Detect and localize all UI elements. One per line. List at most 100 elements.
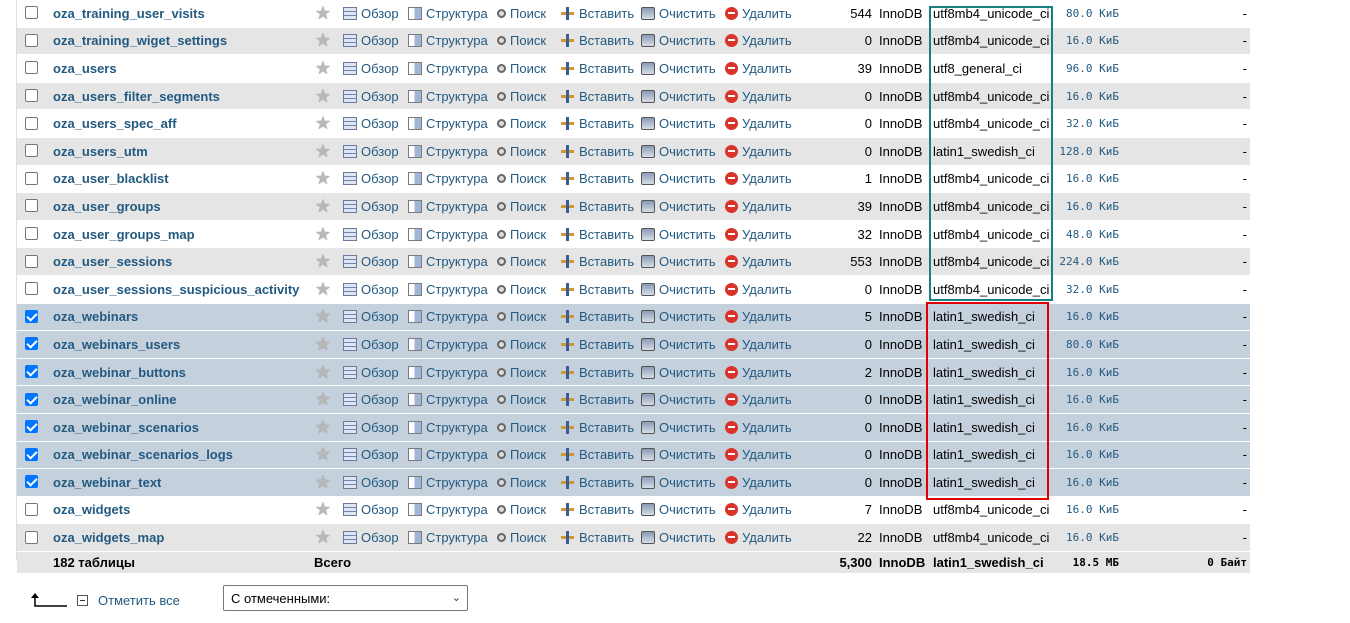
favorite-star-icon[interactable]: ★ [314,359,332,386]
insert-link[interactable]: Вставить [561,83,634,110]
drop-link[interactable]: Удалить [725,442,792,469]
favorite-star-icon[interactable]: ★ [314,55,332,82]
browse-link[interactable]: Обзор [343,497,399,524]
structure-link[interactable]: Структура [408,469,488,496]
table-name-link[interactable]: oza_users [53,55,117,82]
favorite-star-icon[interactable]: ★ [314,28,332,55]
table-name-link[interactable]: oza_webinar_buttons [53,359,186,386]
drop-link[interactable]: Удалить [725,248,792,275]
table-size[interactable]: 80.0 КиБ [1057,0,1119,27]
table-name-link[interactable]: oza_webinar_scenarios [53,414,199,441]
search-link[interactable]: Поиск [497,248,546,275]
browse-link[interactable]: Обзор [343,331,399,358]
table-size[interactable]: 48.0 КиБ [1057,221,1119,248]
structure-link[interactable]: Структура [408,497,488,524]
favorite-star-icon[interactable]: ★ [314,414,332,441]
drop-link[interactable]: Удалить [725,524,792,551]
insert-link[interactable]: Вставить [561,469,634,496]
row-checkbox[interactable] [25,392,38,406]
row-checkbox[interactable] [25,116,38,130]
table-name-link[interactable]: oza_widgets_map [53,524,164,551]
structure-link[interactable]: Структура [408,55,488,82]
browse-link[interactable]: Обзор [343,193,399,220]
browse-link[interactable]: Обзор [343,442,399,469]
insert-link[interactable]: Вставить [561,442,634,469]
structure-link[interactable]: Структура [408,28,488,55]
drop-link[interactable]: Удалить [725,110,792,137]
browse-link[interactable]: Обзор [343,414,399,441]
table-size[interactable]: 16.0 КиБ [1057,304,1119,331]
search-link[interactable]: Поиск [497,110,546,137]
search-link[interactable]: Поиск [497,138,546,165]
search-link[interactable]: Поиск [497,386,546,413]
table-name-link[interactable]: oza_user_groups_map [53,221,195,248]
search-link[interactable]: Поиск [497,469,546,496]
row-checkbox[interactable] [25,502,38,516]
structure-link[interactable]: Структура [408,331,488,358]
empty-link[interactable]: Очистить [641,442,716,469]
row-checkbox[interactable] [25,337,38,351]
table-size[interactable]: 16.0 КиБ [1057,166,1119,193]
structure-link[interactable]: Структура [408,0,488,27]
insert-link[interactable]: Вставить [561,138,634,165]
insert-link[interactable]: Вставить [561,497,634,524]
browse-link[interactable]: Обзор [343,166,399,193]
favorite-star-icon[interactable]: ★ [314,469,332,496]
table-row[interactable]: oza_user_groups ★ Обзор Структура Поиск Встав… [17,193,1250,221]
favorite-star-icon[interactable]: ★ [314,304,332,331]
table-name-link[interactable]: oza_webinar_scenarios_logs [53,442,233,469]
insert-link[interactable]: Вставить [561,524,634,551]
table-row[interactable]: oza_webinar_scenarios ★ Обзор Структура Поис… [17,413,1250,442]
browse-link[interactable]: Обзор [343,55,399,82]
structure-link[interactable]: Структура [408,221,488,248]
row-checkbox[interactable] [25,171,38,185]
empty-link[interactable]: Очистить [641,55,716,82]
insert-link[interactable]: Вставить [561,0,634,27]
table-name-link[interactable]: oza_user_sessions [53,248,172,275]
table-size[interactable]: 16.0 КиБ [1057,28,1119,55]
empty-link[interactable]: Очистить [641,414,716,441]
row-checkbox[interactable] [25,475,38,489]
drop-link[interactable]: Удалить [725,469,792,496]
structure-link[interactable]: Структура [408,248,488,275]
favorite-star-icon[interactable]: ★ [314,110,332,137]
search-link[interactable]: Поиск [497,331,546,358]
search-link[interactable]: Поиск [497,55,546,82]
drop-link[interactable]: Удалить [725,166,792,193]
table-row[interactable]: oza_users_spec_aff ★ Обзор Структура Поиск Вс… [17,110,1250,138]
browse-link[interactable]: Обзор [343,248,399,275]
search-link[interactable]: Поиск [497,221,546,248]
structure-link[interactable]: Структура [408,442,488,469]
empty-link[interactable]: Очистить [641,304,716,331]
table-size[interactable]: 96.0 КиБ [1057,55,1119,82]
search-link[interactable]: Поиск [497,28,546,55]
favorite-star-icon[interactable]: ★ [314,524,332,551]
empty-link[interactable]: Очистить [641,193,716,220]
table-name-link[interactable]: oza_user_blacklist [53,166,169,193]
drop-link[interactable]: Удалить [725,386,792,413]
search-link[interactable]: Поиск [497,414,546,441]
search-link[interactable]: Поиск [497,304,546,331]
search-link[interactable]: Поиск [497,442,546,469]
row-checkbox[interactable] [25,61,38,75]
structure-link[interactable]: Структура [408,166,488,193]
table-row[interactable]: oza_webinar_scenarios_logs ★ Обзор Структур… [17,441,1250,470]
search-link[interactable]: Поиск [497,276,546,303]
table-name-link[interactable]: oza_training_wiget_settings [53,28,227,55]
favorite-star-icon[interactable]: ★ [314,248,332,275]
table-row[interactable]: oza_user_sessions_suspicious_activity ★ Об… [17,275,1250,304]
table-row[interactable]: oza_widgets ★ Обзор Структура Поиск Вставить О… [17,496,1250,525]
table-size[interactable]: 16.0 КиБ [1057,359,1119,386]
drop-link[interactable]: Удалить [725,221,792,248]
empty-link[interactable]: Очистить [641,248,716,275]
insert-link[interactable]: Вставить [561,193,634,220]
favorite-star-icon[interactable]: ★ [314,193,332,220]
table-row[interactable]: oza_user_sessions ★ Обзор Структура Поиск Вст… [17,248,1250,276]
drop-link[interactable]: Удалить [725,331,792,358]
favorite-star-icon[interactable]: ★ [314,276,332,303]
favorite-star-icon[interactable]: ★ [314,138,332,165]
empty-link[interactable]: Очистить [641,110,716,137]
table-name-link[interactable]: oza_webinars [53,304,138,331]
search-link[interactable]: Поиск [497,359,546,386]
drop-link[interactable]: Удалить [725,138,792,165]
